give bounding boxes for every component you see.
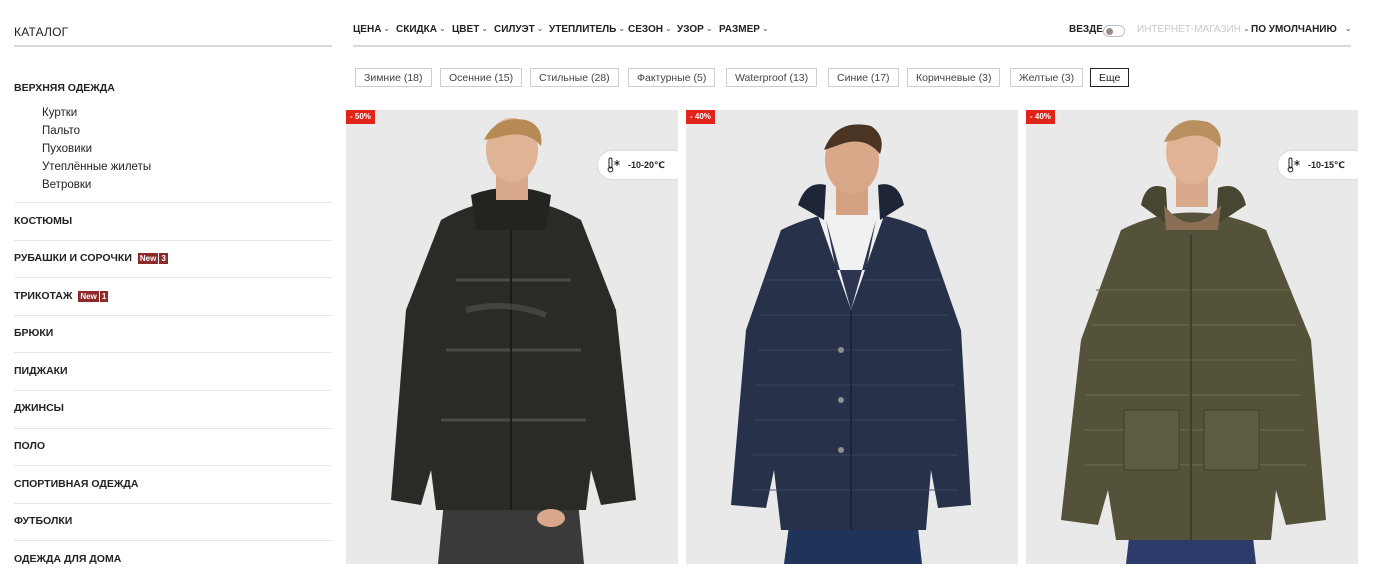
category-suits[interactable]: КОСТЮМЫ	[14, 202, 332, 240]
tag-chip[interactable]: Waterproof (13)	[726, 68, 818, 87]
tag-chip[interactable]: Желтые (3)	[1010, 68, 1084, 87]
filter-insulation[interactable]: УТЕПЛИТЕЛЬ ⌄	[549, 24, 625, 35]
tag-chip[interactable]: Коричневые (3)	[907, 68, 1001, 87]
category-label: ОДЕЖДА ДЛЯ ДОМА	[14, 552, 122, 565]
scope-online-store[interactable]: ИНТЕРНЕТ-МАГАЗИН ⌄	[1137, 24, 1250, 35]
category-sportswear[interactable]: СПОРТИВНАЯ ОДЕЖДА	[14, 465, 332, 503]
filter-label: СИЛУЭТ	[494, 24, 535, 35]
subcategory-down-jackets[interactable]: Пуховики	[42, 140, 332, 158]
category-label: БРЮКИ	[14, 327, 54, 340]
filter-color[interactable]: ЦВЕТ ⌄	[452, 24, 488, 35]
sort-dropdown[interactable]: ПО УМОЛЧАНИЮ ⌄	[1251, 24, 1352, 35]
subcategory-jackets[interactable]: Куртки	[42, 104, 332, 122]
temperature-range: -10-20℃	[628, 159, 665, 170]
chevron-down-icon: ⌄	[665, 24, 672, 33]
thermometer-snowflake-icon	[1286, 157, 1302, 173]
chevron-down-icon: ⌄	[618, 24, 626, 33]
sort-label: ПО УМОЛЧАНИЮ	[1251, 24, 1337, 35]
filter-label: УЗОР	[677, 24, 704, 35]
catalog-sidebar: КАТАЛОГ ВЕРХНЯЯ ОДЕЖДА Куртки Пальто Пух…	[0, 0, 334, 565]
product-image-navy-quilted-jacket	[686, 110, 1018, 564]
temperature-range: -10-15℃	[1308, 159, 1345, 170]
category-label: ПИДЖАКИ	[14, 364, 68, 377]
chevron-down-icon: ⌄	[481, 24, 489, 33]
filter-label: УТЕПЛИТЕЛЬ	[549, 24, 617, 35]
chevron-down-icon: ⌄	[536, 24, 544, 33]
category-outerwear[interactable]: ВЕРХНЯЯ ОДЕЖДА	[14, 72, 332, 100]
filter-label: СЕЗОН	[628, 24, 664, 35]
temperature-badge: -10-20℃	[598, 151, 678, 179]
category-knitwear[interactable]: ТРИКОТАЖ New 1	[14, 277, 332, 315]
tags-more-button[interactable]: Еще	[1090, 68, 1130, 87]
filter-season[interactable]: СЕЗОН ⌄	[628, 24, 672, 35]
scope-everywhere-label[interactable]: ВЕЗДЕ	[1069, 24, 1103, 35]
category-label: РУБАШКИ И СОРОЧКИ	[14, 252, 132, 265]
category-polo[interactable]: ПОЛО	[14, 427, 332, 466]
thermometer-snowflake-icon	[606, 157, 622, 173]
tag-chip[interactable]: Осенние (15)	[440, 68, 523, 87]
filter-size[interactable]: РАЗМЕР ⌄	[719, 24, 769, 35]
category-trousers[interactable]: БРЮКИ	[14, 314, 332, 353]
tag-chip[interactable]: Стильные (28)	[530, 68, 619, 87]
filter-price[interactable]: ЦЕНА ⌄	[353, 24, 390, 35]
discount-badge: - 40%	[686, 110, 715, 124]
filter-label: ЦВЕТ	[452, 24, 480, 35]
category-label: СПОРТИВНАЯ ОДЕЖДА	[14, 477, 139, 490]
category-tshirts[interactable]: ФУТБОЛКИ	[14, 502, 332, 541]
filter-divider	[353, 45, 1351, 47]
filter-silhouette[interactable]: СИЛУЭТ ⌄	[494, 24, 543, 35]
category-label: ПОЛО	[14, 440, 45, 453]
chevron-down-icon: ⌄	[438, 24, 446, 33]
new-badge: New	[137, 253, 159, 265]
subcategory-windbreakers[interactable]: Ветровки	[42, 176, 332, 194]
category-blazers[interactable]: ПИДЖАКИ	[14, 352, 332, 390]
discount-badge: - 40%	[1026, 110, 1055, 124]
tag-chip[interactable]: Синие (17)	[828, 68, 899, 87]
filter-discount[interactable]: СКИДКА ⌄	[396, 24, 446, 35]
category-nav: ВЕРХНЯЯ ОДЕЖДА Куртки Пальто Пуховики Ут…	[14, 72, 332, 578]
toggle-knob	[1106, 28, 1113, 35]
catalog-divider	[14, 45, 332, 47]
chevron-down-icon: ⌄	[1242, 24, 1250, 33]
filter-label: ЦЕНА	[353, 24, 382, 35]
product-card[interactable]: - 40%	[686, 110, 1018, 564]
category-label: КОСТЮМЫ	[14, 214, 73, 227]
filter-label: РАЗМЕР	[719, 24, 760, 35]
subcategory-coats[interactable]: Пальто	[42, 122, 332, 140]
product-card[interactable]: - 40% -10-15℃	[1026, 110, 1358, 564]
filter-label: СКИДКА	[396, 24, 437, 35]
chevron-down-icon: ⌄	[705, 24, 713, 33]
category-shirts[interactable]: РУБАШКИ И СОРОЧКИ New 3	[14, 239, 332, 278]
tag-chip[interactable]: Фактурные (5)	[628, 68, 716, 87]
category-label: ТРИКОТАЖ	[14, 289, 73, 302]
subcategory-insulated-vests[interactable]: Утеплённые жилеты	[42, 158, 332, 176]
product-card[interactable]: - 50% -10-20℃	[346, 110, 678, 564]
filter-pattern[interactable]: УЗОР ⌄	[677, 24, 713, 35]
filter-bar: ЦЕНА ⌄ СКИДКА ⌄ ЦВЕТ ⌄ СИЛУЭТ ⌄ УТЕПЛИТЕЛЬ ⌄ …	[353, 24, 1353, 42]
catalog-title[interactable]: КАТАЛОГ	[14, 25, 68, 39]
discount-badge: - 50%	[346, 110, 375, 124]
category-label: ФУТБОЛКИ	[14, 515, 73, 528]
chevron-down-icon: ⌄	[761, 24, 769, 33]
scope-toggle[interactable]	[1103, 25, 1125, 37]
tag-chip[interactable]: Зимние (18)	[355, 68, 432, 87]
chevron-down-icon: ⌄	[383, 24, 391, 33]
new-count-badge: 3	[159, 253, 168, 265]
category-label: ДЖИНСЫ	[14, 402, 64, 415]
new-count-badge: 1	[99, 290, 109, 302]
outerwear-submenu: Куртки Пальто Пуховики Утеплённые жилеты…	[14, 100, 332, 202]
new-badge: New	[78, 290, 99, 302]
category-homewear[interactable]: ОДЕЖДА ДЛЯ ДОМА	[14, 540, 332, 578]
category-jeans[interactable]: ДЖИНСЫ	[14, 389, 332, 428]
temperature-badge: -10-15℃	[1278, 151, 1358, 179]
scope-online-label: ИНТЕРНЕТ-МАГАЗИН	[1137, 24, 1241, 35]
chevron-down-icon: ⌄	[1344, 24, 1352, 33]
